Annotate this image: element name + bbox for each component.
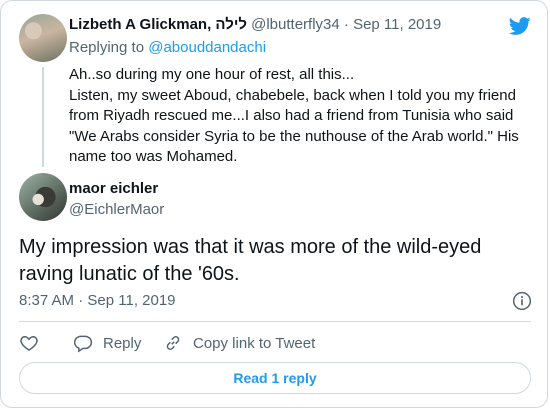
avatar-maor[interactable] — [19, 173, 67, 221]
embedded-tweet-card: Lizbeth A Glickman, לילה @lbutterfly34 ·… — [0, 0, 548, 408]
like-button[interactable] — [19, 333, 39, 353]
main-author-handle[interactable]: @EichlerMaor — [69, 201, 164, 218]
tweet-date: Sep 11, 2019 — [87, 292, 176, 309]
parent-author-handle[interactable]: @lbutterfly34 — [251, 16, 340, 33]
replying-to: Replying to @abouddandachi — [69, 39, 266, 56]
tweet-timestamp[interactable]: 8:37 AM · Sep 11, 2019 — [19, 292, 176, 309]
copy-link-label: Copy link to Tweet — [193, 334, 316, 352]
heart-icon — [20, 335, 38, 351]
reply-label: Reply — [103, 334, 142, 352]
replying-to-handle[interactable]: @abouddandachi — [148, 39, 266, 56]
main-author-name[interactable]: maor eichler — [69, 180, 158, 197]
main-tweet-text: My impression was that it was more of th… — [19, 234, 531, 288]
copy-link-button[interactable]: Copy link to Tweet — [163, 333, 315, 353]
parent-author-name[interactable]: Lizbeth A Glickman, לילה — [69, 16, 247, 33]
reply-button[interactable]: Reply — [73, 333, 141, 353]
thread-connector-line — [42, 67, 44, 167]
reply-icon — [73, 335, 93, 353]
twitter-bird-icon[interactable] — [507, 15, 533, 37]
replying-to-label: Replying to — [69, 39, 145, 56]
parent-tweet-date[interactable]: Sep 11, 2019 — [353, 16, 441, 33]
parent-tweet-header: Lizbeth A Glickman, לילה @lbutterfly34 ·… — [69, 16, 489, 33]
info-icon[interactable] — [512, 291, 532, 311]
separator-dot: · — [343, 16, 349, 33]
parent-tweet-line: Ah..so during my one hour of rest, all t… — [69, 66, 355, 83]
read-replies-button[interactable]: Read 1 reply — [19, 362, 531, 394]
divider — [19, 321, 531, 322]
parent-tweet-line: from Riyadh rescued me...I also had a fr… — [69, 107, 514, 125]
parent-tweet-line: "We Arabs consider Syria to be the nutho… — [69, 127, 519, 145]
avatar-lizbeth[interactable] — [19, 14, 67, 62]
parent-tweet-line: name too was Mohamed. — [69, 148, 238, 166]
main-tweet-line: raving lunatic of the '60s. — [19, 263, 240, 285]
main-tweet-line: My impression was that it was more of th… — [19, 236, 482, 258]
separator-dot: · — [78, 292, 84, 309]
tweet-time: 8:37 AM — [19, 292, 75, 309]
link-icon — [166, 336, 180, 350]
parent-tweet-line: Listen, my sweet Aboud, chabebele, back … — [69, 86, 516, 104]
parent-tweet-text: Ah..so during my one hour of rest, all t… — [69, 65, 539, 168]
